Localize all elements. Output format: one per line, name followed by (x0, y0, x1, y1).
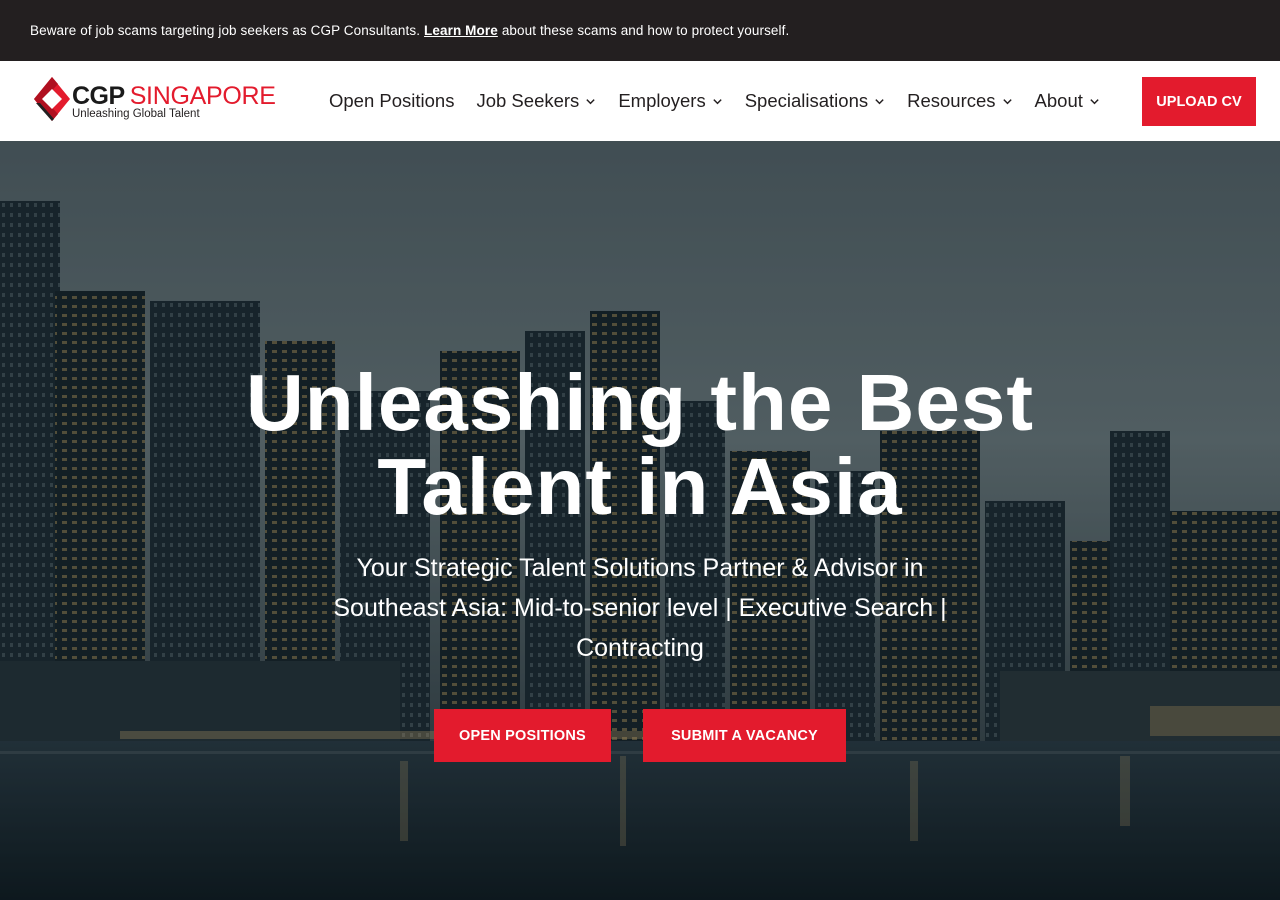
nav-label: About (1034, 90, 1083, 111)
logo-region: SINGAPORE (129, 82, 276, 110)
nav-item-about[interactable]: About (1035, 90, 1100, 112)
nav-label: Resources (907, 90, 996, 111)
logo-brand: CGP (72, 82, 125, 110)
nav-item-employers[interactable]: Employers (618, 90, 722, 112)
hero-title-line-1: Unleashing the Best (245, 358, 1035, 447)
nav-label: Open Positions (329, 90, 455, 111)
submit-vacancy-button[interactable]: SUBMIT A VACANCY (643, 709, 846, 762)
logo-tagline: Unleashing Global Talent (72, 108, 200, 120)
open-positions-button[interactable]: OPEN POSITIONS (434, 709, 611, 762)
main-nav: Open Positions Job Seekers Employers Spe… (329, 61, 1122, 141)
nav-item-resources[interactable]: Resources (907, 90, 1012, 112)
chevron-down-icon (875, 98, 884, 104)
alert-text-continued: about these scams and how to protect you… (501, 23, 790, 38)
hero-section: Unleashing the Best Talent in Asia Your … (0, 141, 1280, 900)
nav-label: Employers (618, 90, 706, 111)
nav-item-open-positions[interactable]: Open Positions (329, 90, 454, 112)
learn-more-link[interactable]: Learn More (424, 23, 498, 38)
nav-label: Specialisations (744, 90, 869, 111)
site-header: CGP SINGAPORE Unleashing Global Talent Op… (0, 61, 1280, 141)
upload-cv-button[interactable]: UPLOAD CV (1142, 77, 1256, 126)
nav-label: Job Seekers (476, 90, 580, 111)
alert-text: Beware of job scams targeting job seeker… (30, 23, 421, 38)
nav-item-job-seekers[interactable]: Job Seekers (476, 90, 596, 112)
site-logo[interactable]: CGP SINGAPORE Unleashing Global Talent (32, 75, 276, 127)
nav-item-specialisations[interactable]: Specialisations (745, 90, 885, 112)
chevron-down-icon (1002, 98, 1012, 104)
scam-alert-bar: Beware of job scams targeting job seeker… (0, 0, 1280, 61)
chevron-down-icon (1090, 98, 1099, 104)
hero-subtitle: Your Strategic Talent Solutions Partner … (333, 554, 947, 662)
logo-wordmark: CGP SINGAPORE (72, 82, 276, 110)
hero-title: Unleashing the Best Talent in Asia (140, 361, 1140, 529)
chevron-down-icon (713, 98, 722, 104)
chevron-down-icon (586, 98, 595, 104)
hero-title-line-2: Talent in Asia (377, 442, 903, 531)
cgp-diamond-logo-icon (34, 77, 70, 121)
